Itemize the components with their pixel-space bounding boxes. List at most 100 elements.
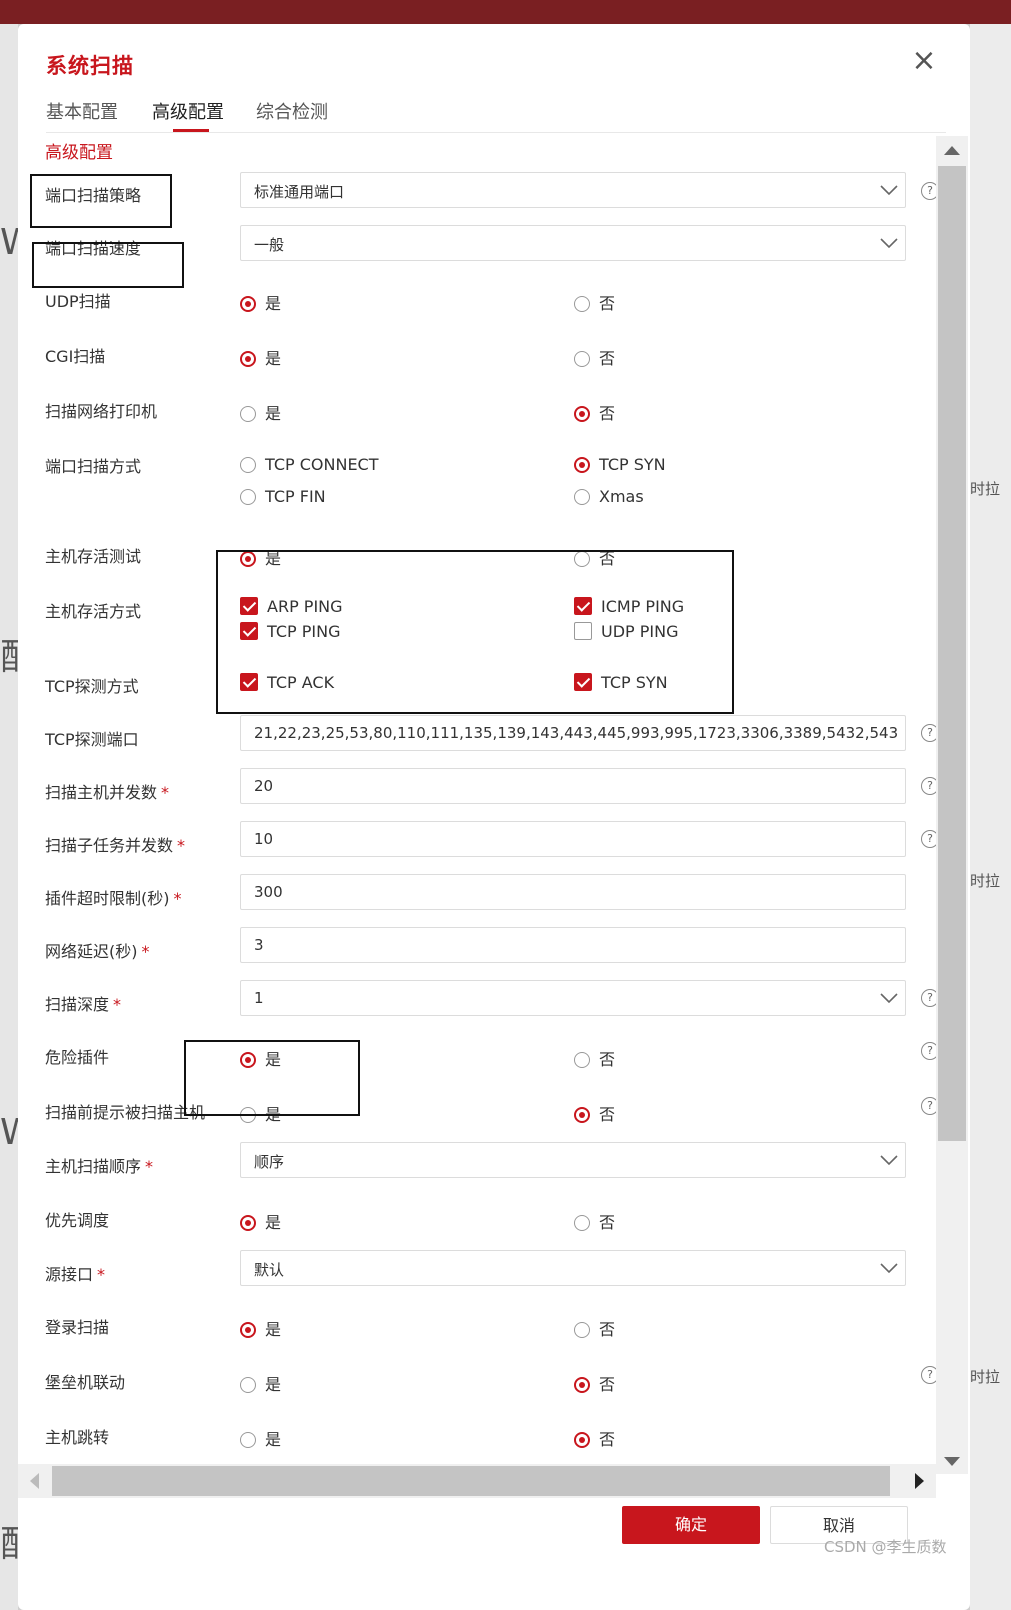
scroll-up-icon[interactable] (944, 146, 960, 155)
tcp-probe-ack[interactable]: TCP ACK (240, 673, 334, 692)
radio-icon (574, 1322, 590, 1338)
prompt-host-label: 扫描前提示被扫描主机 (45, 1103, 206, 1122)
dialog-title: 系统扫描 (46, 54, 134, 78)
scroll-down-icon[interactable] (944, 1457, 960, 1466)
option-label: 否 (599, 549, 616, 568)
radio-selected-icon (240, 1052, 256, 1068)
host-alive-icmp-ping[interactable]: ICMP PING (574, 597, 684, 616)
option-label: TCP CONNECT (265, 455, 379, 474)
scan-depth-select[interactable]: 1 (240, 980, 906, 1016)
radio-icon (574, 351, 590, 367)
host-order-value: 顺序 (254, 1153, 285, 1171)
subtask-concurrency-input[interactable]: 10 (240, 821, 906, 857)
port-method-xmas[interactable]: Xmas (574, 487, 644, 506)
udp-scan-yes[interactable]: 是 (240, 290, 281, 314)
radio-icon (574, 1215, 590, 1231)
required-mark: * (177, 836, 186, 855)
priority-no[interactable]: 否 (574, 1209, 615, 1233)
host-jump-no[interactable]: 否 (574, 1426, 615, 1450)
source-iface-select[interactable]: 默认 (240, 1250, 906, 1286)
priority-label: 优先调度 (45, 1211, 110, 1230)
login-scan-yes[interactable]: 是 (240, 1316, 281, 1340)
radio-icon (240, 489, 256, 505)
host-alive-arp-ping[interactable]: ARP PING (240, 597, 343, 616)
confirm-button[interactable]: 确定 (622, 1506, 760, 1544)
radio-icon (240, 1377, 256, 1393)
port-method-tcp-connect[interactable]: TCP CONNECT (240, 455, 379, 474)
dangerous-plugin-yes[interactable]: 是 (240, 1046, 281, 1070)
scroll-right-icon[interactable] (915, 1473, 924, 1489)
scrollbar-thumb[interactable] (938, 166, 966, 1141)
required-mark: * (145, 1157, 154, 1176)
option-label: TCP SYN (601, 673, 668, 692)
net-delay-value: 3 (254, 936, 264, 954)
port-method-tcp-syn[interactable]: TCP SYN (574, 455, 666, 474)
checkbox-checked-icon (574, 597, 592, 615)
option-label: 否 (599, 1430, 616, 1449)
printer-scan-yes[interactable]: 是 (240, 400, 281, 424)
dangerous-plugin-no[interactable]: 否 (574, 1046, 615, 1070)
bastion-label: 堡垒机联动 (45, 1373, 126, 1392)
radio-selected-icon (574, 406, 590, 422)
plugin-timeout-input[interactable]: 300 (240, 874, 906, 910)
required-mark: * (173, 889, 182, 908)
radio-icon (574, 489, 590, 505)
port-speed-select[interactable]: 一般 (240, 225, 906, 261)
radio-icon (240, 406, 256, 422)
vertical-scrollbar[interactable] (936, 136, 968, 1474)
tcp-probe-syn[interactable]: TCP SYN (574, 673, 668, 692)
host-alive-test-label: 主机存活测试 (45, 547, 142, 566)
port-policy-select[interactable]: 标准通用端口 (240, 172, 906, 208)
host-alive-test-yes[interactable]: 是 (240, 545, 281, 569)
printer-scan-no[interactable]: 否 (574, 400, 615, 424)
tcp-probe-port-input[interactable]: 21,22,23,25,53,80,110,111,135,139,143,44… (240, 715, 906, 751)
host-jump-yes[interactable]: 是 (240, 1426, 281, 1450)
cgi-scan-no[interactable]: 否 (574, 345, 615, 369)
horizontal-scrollbar[interactable] (18, 1464, 936, 1498)
tcp-probe-port-label: TCP探测端口 (45, 730, 139, 749)
cgi-scan-label: CGI扫描 (45, 347, 106, 366)
label-text: 扫描子任务并发数 (45, 836, 174, 855)
login-scan-no[interactable]: 否 (574, 1316, 615, 1340)
net-delay-input[interactable]: 3 (240, 927, 906, 963)
radio-icon (240, 1432, 256, 1448)
tab-comprehensive-check[interactable]: 综合检测 (256, 98, 328, 124)
host-alive-tcp-ping[interactable]: TCP PING (240, 622, 340, 641)
host-alive-test-no[interactable]: 否 (574, 545, 615, 569)
scrollbar-thumb[interactable] (52, 1466, 890, 1496)
required-mark: * (161, 783, 170, 802)
host-alive-udp-ping[interactable]: UDP PING (574, 622, 679, 641)
host-concurrency-input[interactable]: 20 (240, 768, 906, 804)
section-title: 高级配置 (45, 143, 113, 163)
close-icon[interactable]: × (910, 46, 938, 76)
radio-selected-icon (240, 551, 256, 567)
radio-icon (240, 1107, 256, 1123)
port-speed-label: 端口扫描速度 (45, 239, 142, 258)
bastion-yes[interactable]: 是 (240, 1371, 281, 1395)
udp-scan-no[interactable]: 否 (574, 290, 615, 314)
plugin-timeout-value: 300 (254, 883, 283, 901)
option-label: 否 (599, 1320, 616, 1339)
scan-depth-value: 1 (254, 989, 264, 1007)
scroll-left-icon[interactable] (30, 1473, 39, 1489)
port-policy-label: 端口扫描策略 (45, 186, 142, 205)
option-label: UDP PING (601, 622, 679, 641)
prompt-host-yes[interactable]: 是 (240, 1101, 281, 1125)
port-method-tcp-fin[interactable]: TCP FIN (240, 487, 326, 506)
prompt-host-no[interactable]: 否 (574, 1101, 615, 1125)
chevron-down-icon (880, 1155, 898, 1166)
tcp-probe-method-label: TCP探测方式 (45, 677, 139, 696)
option-label: Xmas (599, 487, 644, 506)
host-order-select[interactable]: 顺序 (240, 1142, 906, 1178)
tab-basic-config[interactable]: 基本配置 (46, 98, 118, 124)
priority-yes[interactable]: 是 (240, 1209, 281, 1233)
option-label: 否 (599, 1105, 616, 1124)
bastion-no[interactable]: 否 (574, 1371, 615, 1395)
option-label: 是 (265, 404, 282, 423)
cgi-scan-yes[interactable]: 是 (240, 345, 281, 369)
option-label: 是 (265, 1213, 282, 1232)
tab-advanced-config[interactable]: 高级配置 (152, 98, 224, 124)
checkbox-checked-icon (240, 673, 258, 691)
printer-scan-label: 扫描网络打印机 (45, 402, 158, 421)
host-concurrency-label: 扫描主机并发数 * (45, 779, 169, 803)
